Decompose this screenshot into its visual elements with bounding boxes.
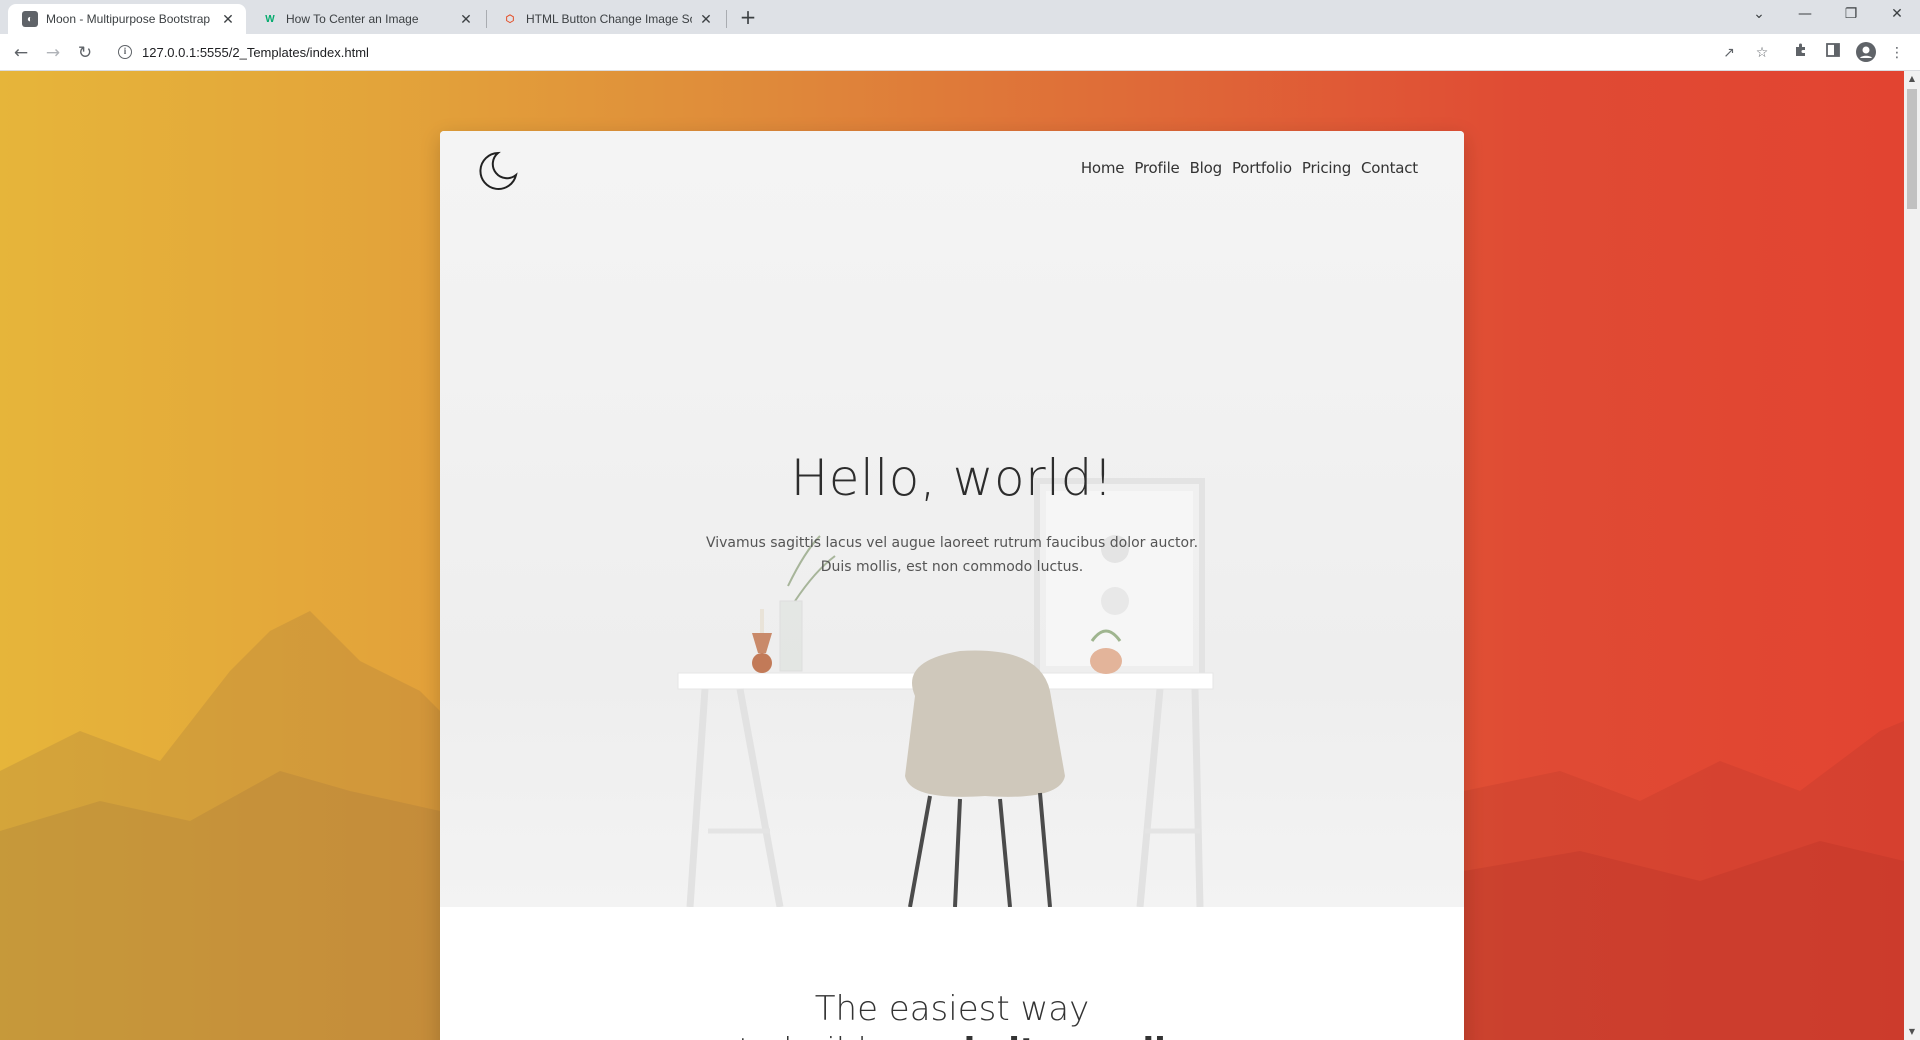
share-icon[interactable]: ↗ (1718, 42, 1740, 64)
tab-separator (486, 10, 487, 28)
scroll-down-arrow-icon[interactable]: ▼ (1904, 1024, 1920, 1040)
nav-profile-link[interactable]: Profile (1134, 159, 1179, 177)
nav-pricing-link[interactable]: Pricing (1302, 159, 1351, 177)
tab-strip: ◐ Moon - Multipurpose Bootstrap ✕ W How … (0, 0, 1920, 34)
side-panel-icon[interactable] (1822, 42, 1844, 64)
tab-search-icon[interactable]: ⌄ (1736, 0, 1782, 30)
minimize-button[interactable]: — (1782, 0, 1828, 30)
nav-portfolio-link[interactable]: Portfolio (1232, 159, 1292, 177)
main-card: Home Profile Blog Portfolio Pricing Cont… (440, 131, 1464, 1040)
hero-text-line1: Vivamus sagittis lacus vel augue laoreet… (705, 535, 1199, 551)
section-subtitle: to build a website quali (440, 1031, 1464, 1040)
vertical-scrollbar[interactable]: ▲ ▼ (1904, 71, 1920, 1040)
url-text[interactable]: 127.0.0.1:5555/2_Templates/index.html (142, 45, 369, 60)
main-nav: Home Profile Blog Portfolio Pricing Cont… (1071, 159, 1418, 177)
bookmark-star-icon[interactable]: ☆ (1751, 42, 1773, 64)
restore-button[interactable]: ❐ (1828, 0, 1874, 30)
moon-logo-icon[interactable] (476, 149, 520, 193)
features-section: The easiest way to build a website quali (440, 907, 1464, 1040)
close-tab-icon[interactable]: ✕ (458, 11, 474, 27)
back-arrow-icon[interactable]: ← (8, 40, 34, 66)
nav-home-link[interactable]: Home (1081, 159, 1125, 177)
tab-html-button[interactable]: ⬡ HTML Button Change Image So ✕ (488, 4, 724, 34)
nav-blog-link[interactable]: Blog (1190, 159, 1223, 177)
scroll-up-arrow-icon[interactable]: ▲ (1904, 71, 1920, 87)
section-subtitle-start: to build a (738, 1031, 909, 1040)
extensions-puzzle-icon[interactable] (1790, 42, 1812, 64)
browser-toolbar: ← → ↻ i 127.0.0.1:5555/2_Templates/index… (0, 34, 1920, 71)
menu-kebab-icon[interactable]: ⋮ (1886, 42, 1908, 64)
moon-favicon-icon: ◐ (22, 11, 38, 27)
nav-contact-link[interactable]: Contact (1361, 159, 1418, 177)
tab-title: HTML Button Change Image So (526, 12, 692, 26)
page-viewport: Home Profile Blog Portfolio Pricing Cont… (0, 71, 1904, 1040)
hero-text-line2: Duis mollis, est non commodo luctus. (820, 559, 1084, 575)
section-title: The easiest way (814, 989, 1090, 1029)
close-tab-icon[interactable]: ✕ (220, 11, 236, 27)
address-bar[interactable]: i 127.0.0.1:5555/2_Templates/index.html (108, 38, 1778, 66)
forward-arrow-icon[interactable]: → (40, 40, 66, 66)
site-info-icon[interactable]: i (118, 45, 132, 59)
scrollbar-thumb[interactable] (1907, 89, 1917, 209)
close-tab-icon[interactable]: ✕ (698, 11, 714, 27)
close-window-button[interactable]: ✕ (1874, 0, 1920, 30)
tab-moon[interactable]: ◐ Moon - Multipurpose Bootstrap ✕ (8, 4, 246, 34)
section-subtitle-bold: website quali (909, 1031, 1166, 1040)
w-favicon-icon: W (265, 13, 275, 25)
profile-avatar-icon[interactable] (1855, 42, 1877, 64)
new-tab-button[interactable]: + (736, 6, 760, 30)
tab-center-image[interactable]: W How To Center an Image ✕ (248, 4, 484, 34)
hero-text: Vivamus sagittis lacus vel augue laoreet… (702, 531, 1202, 579)
hero-title: Hello, world! (790, 449, 1114, 507)
html-favicon-icon: ⬡ (505, 13, 515, 25)
tab-separator (726, 10, 727, 28)
desk-scene-image (677, 478, 1214, 907)
hero-section: Home Profile Blog Portfolio Pricing Cont… (440, 131, 1464, 907)
tab-title: How To Center an Image (286, 12, 419, 26)
tab-title: Moon - Multipurpose Bootstrap (46, 12, 211, 26)
reload-icon[interactable]: ↻ (72, 40, 98, 66)
